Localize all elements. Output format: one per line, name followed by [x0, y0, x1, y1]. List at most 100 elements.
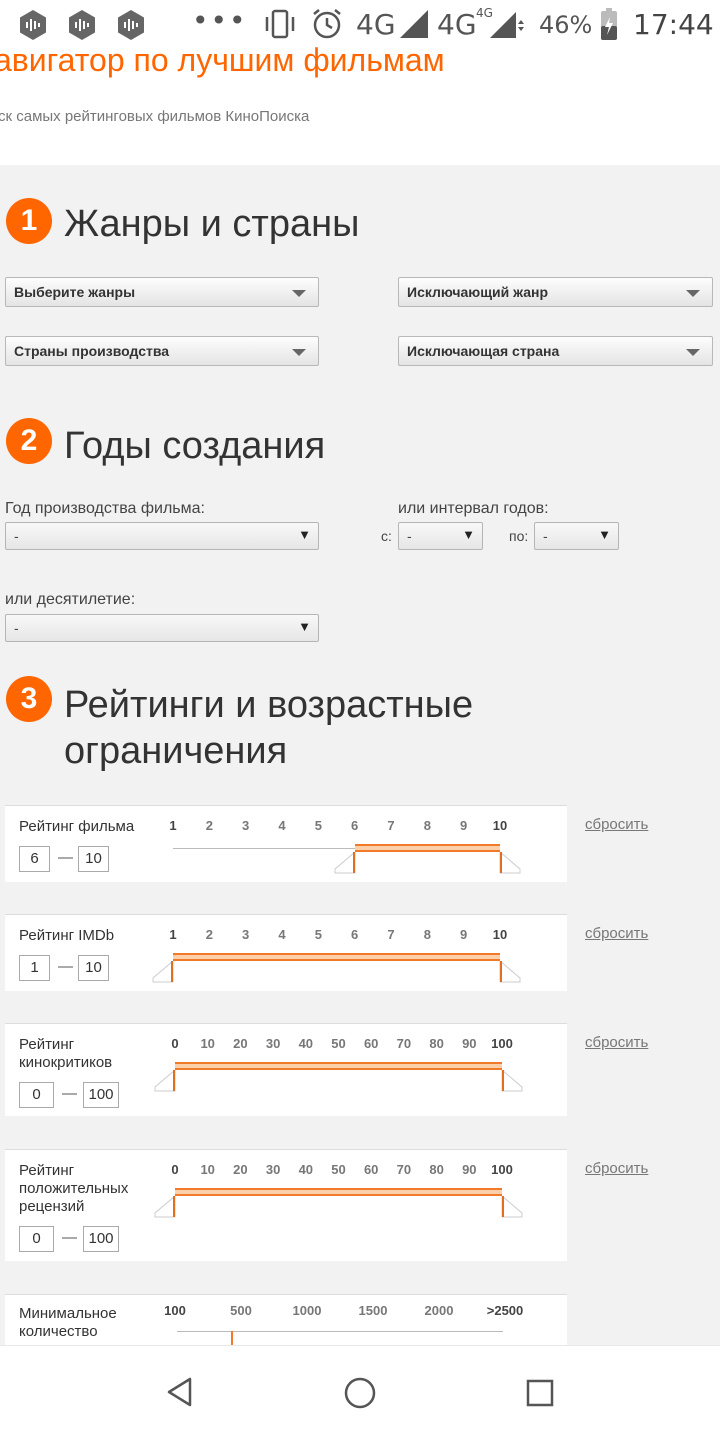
- to-label: по:: [509, 528, 529, 544]
- dropdown-triangle-icon: ▼: [298, 619, 311, 634]
- slider-handle-left[interactable]: [334, 852, 356, 874]
- scale-tick-label: 50: [331, 1036, 346, 1051]
- rating-min-input[interactable]: 1: [19, 955, 50, 981]
- rating-label-line3: рецензий: [19, 1198, 85, 1215]
- rating-label: Рейтинг фильма: [19, 818, 135, 835]
- scale-tick-label: 1500: [358, 1303, 388, 1318]
- vibrate-icon: [265, 9, 295, 39]
- slider-track: [177, 1331, 503, 1332]
- network-type-label: 4G: [437, 8, 477, 41]
- system-nav-bar: [0, 1345, 720, 1440]
- signal-icon: [490, 12, 524, 38]
- scale-tick-label: 10: [492, 927, 508, 942]
- podcast-app-icon: [118, 10, 144, 40]
- filter-form: 1 Жанры и страны Выберите жанры Исключаю…: [0, 165, 720, 1345]
- exclude-genre-select[interactable]: Исключающий жанр: [398, 277, 713, 307]
- rating-label: Рейтинг: [19, 1162, 75, 1179]
- rating-max-input[interactable]: 100: [83, 1082, 119, 1108]
- scale-tick-label: 40: [298, 1036, 314, 1051]
- scale-tick-label: 20: [233, 1036, 248, 1051]
- slider-handle-left[interactable]: [154, 1070, 176, 1092]
- scale-tick-label: >2500: [486, 1303, 524, 1318]
- slider-selected-range: [175, 1188, 502, 1196]
- rating-positive-reviews-panel: Рейтинг положительных рецензий 0 10 20 30 40…: [5, 1149, 567, 1261]
- rating-label: Рейтинг IMDb: [19, 927, 115, 944]
- interval-label: или интервал годов:: [398, 500, 549, 517]
- scale-tick-label: 5: [314, 818, 322, 833]
- chevron-down-icon: [292, 349, 306, 356]
- scale-tick-label: 2: [205, 927, 213, 942]
- slider-selected-range: [354, 844, 500, 852]
- decade-select[interactable]: - ▼: [5, 614, 319, 642]
- more-notifications-icon: •••: [192, 4, 248, 37]
- clock: 17:44: [633, 8, 714, 41]
- podcast-app-icon: [20, 10, 46, 40]
- slider-handle-right[interactable]: [499, 852, 521, 874]
- rating-min-input[interactable]: 0: [19, 1226, 54, 1252]
- scale-tick-label: 20: [233, 1162, 248, 1177]
- reset-rating-imdb-link[interactable]: сбросить: [585, 925, 648, 942]
- dropdown-triangle-icon: ▼: [598, 527, 611, 542]
- range-dash: —: [62, 1085, 77, 1102]
- scale-tick-label: 4: [278, 818, 286, 833]
- rating-min-input[interactable]: 0: [19, 1082, 54, 1108]
- scale-tick-label: 1: [169, 927, 177, 942]
- year-to-select[interactable]: - ▼: [534, 522, 619, 550]
- reset-rating-positive-link[interactable]: сбросить: [585, 1160, 648, 1177]
- exclude-country-select[interactable]: Исключающая страна: [398, 336, 713, 366]
- section-title-genres: Жанры и страны: [64, 203, 360, 245]
- slider-marker[interactable]: [231, 1331, 233, 1345]
- page-header: авигатор по лучшим фильмам ск самых рейт…: [0, 42, 720, 165]
- page-title: авигатор по лучшим фильмам: [0, 42, 445, 78]
- reset-rating-critics-link[interactable]: сбросить: [585, 1034, 648, 1051]
- scale-tick-label: 2: [205, 818, 213, 833]
- scale-tick-label: 40: [298, 1162, 314, 1177]
- scale-tick-label: 0: [171, 1162, 179, 1177]
- back-icon[interactable]: [164, 1376, 196, 1408]
- scale-tick-label: 70: [396, 1036, 412, 1051]
- scale-tick-label: 3: [242, 927, 250, 942]
- chevron-down-icon: [686, 290, 700, 297]
- rating-max-input[interactable]: 10: [78, 846, 109, 872]
- scale-tick-label: 8: [423, 818, 431, 833]
- reset-rating-kinopoisk-link[interactable]: сбросить: [585, 816, 648, 833]
- slider-selected-range: [173, 953, 500, 961]
- year-from-select[interactable]: - ▼: [398, 522, 483, 550]
- rating-max-input[interactable]: 100: [83, 1226, 119, 1252]
- home-icon[interactable]: [343, 1376, 377, 1410]
- slider-handle-right[interactable]: [501, 1070, 523, 1092]
- recents-icon[interactable]: [525, 1378, 555, 1408]
- scale-tick-label: 90: [462, 1036, 477, 1051]
- scale-tick-label: 10: [200, 1036, 215, 1051]
- slider-handle-left[interactable]: [152, 961, 174, 983]
- battery-charging-icon: [601, 8, 617, 40]
- scale-tick-label: 80: [429, 1162, 444, 1177]
- year-select[interactable]: - ▼: [5, 522, 319, 550]
- scale-tick-label: 50: [331, 1162, 346, 1177]
- rating-max-input[interactable]: 10: [78, 955, 109, 981]
- section-number-badge: 3: [6, 676, 52, 722]
- chevron-down-icon: [686, 349, 700, 356]
- network-type-label: 4G: [356, 8, 396, 41]
- page-subtitle: ск самых рейтинговых фильмов КиноПоиска: [0, 108, 310, 125]
- section-title-ratings-line2: ограничения: [64, 730, 288, 772]
- scale-tick-label: 7: [387, 818, 395, 833]
- countries-select[interactable]: Страны производства: [5, 336, 319, 366]
- scale-tick-label: 1000: [292, 1303, 322, 1318]
- section-number-badge: 2: [6, 418, 52, 464]
- genres-select[interactable]: Выберите жанры: [5, 277, 319, 307]
- section-title-ratings: Рейтинги и возрастные: [64, 684, 474, 726]
- scale-tick-label: 60: [363, 1162, 379, 1177]
- slider-handle-right[interactable]: [501, 1196, 523, 1218]
- dropdown-triangle-icon: ▼: [462, 527, 475, 542]
- rating-min-input[interactable]: 6: [19, 846, 50, 872]
- scale-tick-label: 500: [230, 1303, 252, 1318]
- scale-tick-label: 2000: [424, 1303, 454, 1318]
- slider-handle-right[interactable]: [499, 961, 521, 983]
- scale-tick-label: 6: [351, 818, 359, 833]
- scale-tick-label: 30: [265, 1162, 281, 1177]
- rating-label-line2: кинокритиков: [19, 1054, 113, 1071]
- slider-handle-left[interactable]: [154, 1196, 176, 1218]
- section-title-years: Годы создания: [64, 425, 326, 467]
- scale-tick-label: 70: [396, 1162, 412, 1177]
